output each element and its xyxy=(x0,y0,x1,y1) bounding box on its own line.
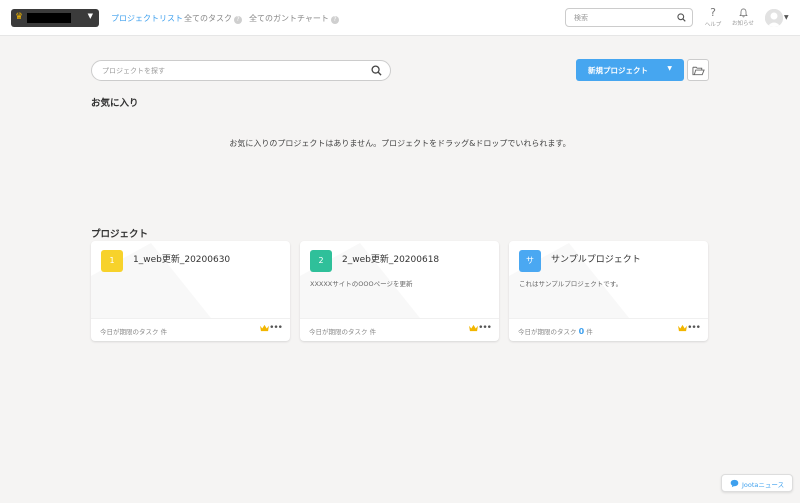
new-project-label: 新規プロジェクト xyxy=(588,66,648,75)
search-icon[interactable] xyxy=(371,65,382,76)
global-search-input[interactable] xyxy=(566,9,666,26)
project-search[interactable] xyxy=(91,60,391,81)
project-search-input[interactable] xyxy=(92,61,352,80)
more-options-icon[interactable]: ••• xyxy=(478,323,492,333)
bell-icon xyxy=(738,8,748,18)
chevron-down-icon[interactable]: ▼ xyxy=(667,65,672,72)
tab-all-gantt-charts-label: 全てのガントチャート xyxy=(249,14,329,23)
top-bar: ♛ ▼ プロジェクトリスト 全てのタスク? 全てのガントチャート? ? ヘルプ … xyxy=(0,0,800,36)
card-divider xyxy=(509,318,708,319)
project-name[interactable]: 2_web更新_20200618 xyxy=(342,252,439,265)
help-circle-icon[interactable]: ? xyxy=(234,16,242,24)
card-divider xyxy=(91,318,290,319)
card-divider xyxy=(300,318,499,319)
avatar-chevron-down-icon[interactable]: ▼ xyxy=(784,14,789,21)
due-today-label: 今日が期限のタスク xyxy=(518,328,577,336)
due-today-label: 今日が期限のタスク xyxy=(309,328,368,336)
avatar[interactable] xyxy=(765,9,783,27)
folder-open-icon xyxy=(692,66,705,76)
notifications-button[interactable]: お知らせ xyxy=(731,7,755,27)
project-name[interactable]: サンプルプロジェクト xyxy=(551,252,641,265)
chat-bubble-icon xyxy=(730,479,739,488)
due-today-count: 今日が期限のタスク 件 xyxy=(309,326,376,336)
more-options-icon[interactable]: ••• xyxy=(269,323,283,333)
due-today-suffix: 件 xyxy=(160,328,168,336)
more-options-icon[interactable]: ••• xyxy=(687,323,701,333)
crown-icon: ♛ xyxy=(15,12,24,22)
notifications-label: お知らせ xyxy=(732,21,754,27)
tab-all-tasks[interactable]: 全てのタスク? xyxy=(184,13,242,24)
due-today-number: 0 xyxy=(578,327,585,336)
tab-project-list-label: プロジェクトリスト xyxy=(111,14,183,23)
organization-name-redacted xyxy=(27,13,71,23)
user-icon xyxy=(765,9,783,27)
chevron-down-icon: ▼ xyxy=(87,12,93,20)
project-card[interactable]: 1 1_web更新_20200630 今日が期限のタスク 件 ••• xyxy=(91,241,290,341)
tab-all-gantt-charts[interactable]: 全てのガントチャート? xyxy=(249,13,339,24)
tab-all-tasks-label: 全てのタスク xyxy=(184,14,232,23)
project-description: これはサンプルプロジェクトです。 xyxy=(519,280,623,288)
project-name[interactable]: 1_web更新_20200630 xyxy=(133,252,230,265)
favorites-empty-text: お気に入りのプロジェクトはありません。プロジェクトをドラッグ&ドロップでいれられ… xyxy=(229,139,571,148)
project-badge: 2 xyxy=(310,250,332,272)
due-today-count: 今日が期限のタスク 0 件 xyxy=(518,326,593,336)
due-today-suffix: 件 xyxy=(369,328,377,336)
due-today-suffix: 件 xyxy=(586,328,593,336)
help-circle-icon[interactable]: ? xyxy=(330,16,339,24)
project-badge: 1 xyxy=(101,250,123,272)
project-card[interactable]: 2 2_web更新_20200618 XXXXXサイトのOOOページを更新 今日… xyxy=(300,241,499,341)
organization-selector[interactable]: ♛ ▼ xyxy=(11,9,99,27)
projects-title: プロジェクト xyxy=(91,229,149,240)
due-today-label: 今日が期限のタスク xyxy=(100,328,159,336)
folder-button[interactable] xyxy=(687,59,709,81)
project-card[interactable]: サ サンプルプロジェクト これはサンプルプロジェクトです。 今日が期限のタスク … xyxy=(509,241,708,341)
joota-news-button[interactable]: Jootaニュース xyxy=(721,474,793,492)
project-badge: サ xyxy=(519,250,541,272)
favorites-empty-message: お気に入りのプロジェクトはありません。プロジェクトをドラッグ&ドロップでいれられ… xyxy=(0,138,800,149)
global-search[interactable] xyxy=(565,8,693,27)
help-label: ヘルプ xyxy=(704,22,722,28)
tab-project-list[interactable]: プロジェクトリスト xyxy=(111,13,183,24)
search-icon[interactable] xyxy=(677,13,686,22)
project-description: XXXXXサイトのOOOページを更新 xyxy=(310,280,413,288)
due-today-count: 今日が期限のタスク 件 xyxy=(100,326,167,336)
new-project-button[interactable]: 新規プロジェクト ▼ xyxy=(576,59,684,81)
help-button[interactable]: ? ヘルプ xyxy=(701,6,725,29)
favorites-title: お気に入り xyxy=(91,98,139,109)
question-icon: ? xyxy=(710,6,716,19)
joota-news-label: Jootaニュース xyxy=(742,481,785,489)
